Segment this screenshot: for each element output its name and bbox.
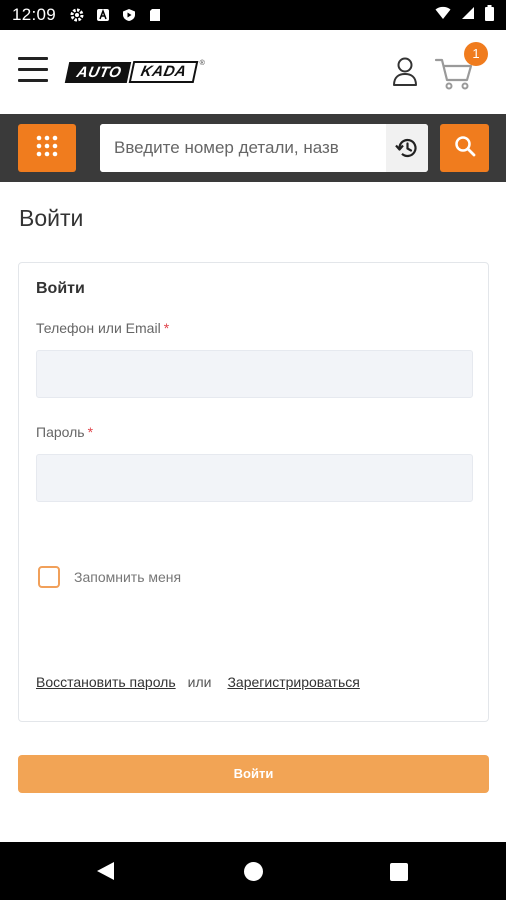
- gear-icon: [70, 8, 84, 22]
- form-title: Войти: [36, 280, 85, 297]
- shield-play-icon: [122, 8, 136, 22]
- catalog-button[interactable]: [18, 124, 76, 172]
- logo-kada-text: KADA: [128, 61, 199, 83]
- status-time: 12:09: [12, 5, 57, 24]
- required-mark: *: [87, 424, 94, 440]
- login-form-card: Войти Телефон или Email * Пароль * Запомни…: [18, 262, 489, 722]
- register-link[interactable]: Зарегистрироваться: [227, 674, 359, 690]
- search-input[interactable]: [100, 124, 390, 172]
- remember-me-label: Запомнить меня: [74, 569, 182, 585]
- app-header: AUTO KADA ® 1: [0, 30, 506, 114]
- phone-email-label-text: Телефон или Email: [36, 320, 161, 336]
- phone-email-label: Телефон или Email *: [36, 320, 169, 336]
- home-icon[interactable]: [244, 862, 263, 881]
- history-icon[interactable]: [386, 124, 428, 172]
- search-bar: [0, 114, 506, 182]
- phone-email-input[interactable]: [36, 350, 473, 398]
- recent-apps-icon[interactable]: [390, 863, 408, 881]
- grid-icon: [36, 135, 58, 162]
- password-label: Пароль *: [36, 424, 93, 440]
- password-input[interactable]: [36, 454, 473, 502]
- or-text: или: [187, 674, 212, 690]
- menu-icon[interactable]: [18, 57, 48, 87]
- logo-auto-text: AUTO: [64, 61, 132, 83]
- logo-trademark: ®: [199, 60, 205, 67]
- account-links: Восстановить пароль или Зарегистрировать…: [36, 674, 360, 690]
- password-label-text: Пароль: [36, 424, 85, 440]
- status-bar: 12:09: [0, 0, 506, 30]
- sd-card-icon: [148, 8, 162, 22]
- a-icon: [96, 8, 110, 22]
- checkbox-box[interactable]: [38, 566, 60, 588]
- system-nav-bar: [0, 842, 506, 900]
- user-account-icon[interactable]: [390, 55, 420, 89]
- required-mark: *: [163, 320, 170, 336]
- restore-password-link[interactable]: Восстановить пароль: [36, 674, 176, 690]
- back-icon[interactable]: [94, 860, 116, 882]
- wifi-icon: [435, 6, 451, 25]
- remember-me-checkbox[interactable]: Запомнить меня: [38, 566, 181, 588]
- autokada-logo[interactable]: AUTO KADA ®: [64, 60, 205, 84]
- page-title: Войти: [19, 205, 84, 231]
- search-field-wrapper: [100, 124, 428, 172]
- battery-icon: [485, 4, 494, 26]
- login-button[interactable]: Войти: [18, 755, 489, 793]
- signal-icon: [461, 6, 475, 25]
- cart-count-badge: 1: [464, 42, 488, 66]
- search-button[interactable]: [440, 124, 489, 172]
- search-icon: [454, 135, 476, 162]
